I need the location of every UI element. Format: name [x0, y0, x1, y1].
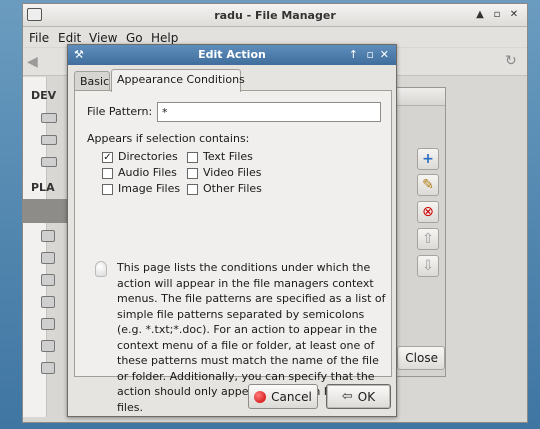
- audio-files-checkbox[interactable]: [102, 168, 113, 179]
- folder-icon[interactable]: [41, 362, 55, 374]
- drive-icon[interactable]: [41, 135, 57, 145]
- directories-checkbox[interactable]: ✓: [102, 152, 113, 163]
- maximize-icon[interactable]: ▫: [492, 10, 502, 20]
- ok-arrow-icon: ⇦: [341, 389, 353, 404]
- reload-icon[interactable]: ↻: [505, 53, 521, 69]
- move-down-icon[interactable]: ⇩: [417, 255, 439, 277]
- close-icon[interactable]: ✕: [509, 10, 519, 20]
- tab-appearance-label: Appearance Conditions: [117, 73, 245, 86]
- move-up-icon[interactable]: ⇧: [417, 228, 439, 250]
- up-arrow-icon[interactable]: ▲: [475, 10, 485, 20]
- sidebar: DEV PLA: [23, 77, 57, 417]
- folder-icon[interactable]: [41, 274, 55, 286]
- directories-label[interactable]: Directories: [118, 150, 178, 163]
- cancel-button-label: Cancel: [271, 389, 312, 404]
- menu-go[interactable]: Go: [126, 31, 143, 45]
- sidebar-devices-label: DEV: [31, 89, 57, 102]
- other-files-checkbox[interactable]: [187, 184, 198, 195]
- folder-icon[interactable]: [41, 252, 55, 264]
- maximize-icon[interactable]: ▫: [367, 48, 374, 61]
- sidebar-places-label: PLA: [31, 181, 55, 194]
- add-action-icon[interactable]: +: [417, 148, 439, 170]
- close-icon[interactable]: ✕: [380, 48, 389, 61]
- audio-files-label[interactable]: Audio Files: [118, 166, 177, 179]
- menu-help[interactable]: Help: [151, 31, 178, 45]
- delete-action-icon[interactable]: ⊗: [417, 201, 439, 223]
- file-pattern-label: File Pattern:: [87, 105, 153, 118]
- drive-icon[interactable]: [41, 113, 57, 123]
- dialog-titlebar[interactable]: ⚒ Edit Action ↑ ▫ ✕: [68, 45, 396, 65]
- other-files-label[interactable]: Other Files: [203, 182, 262, 195]
- sidebar-selected-home[interactable]: [23, 199, 68, 223]
- text-files-checkbox[interactable]: [187, 152, 198, 163]
- up-arrow-icon[interactable]: ↑: [349, 48, 358, 61]
- edit-action-icon[interactable]: ✎: [417, 174, 439, 196]
- folder-icon[interactable]: [41, 318, 55, 330]
- cancel-button[interactable]: Cancel: [248, 384, 318, 409]
- appears-if-label: Appears if selection contains:: [87, 132, 250, 145]
- close-button-label: Close: [405, 351, 438, 365]
- folder-icon[interactable]: [41, 230, 55, 242]
- edit-action-dialog: ⚒ Edit Action ↑ ▫ ✕ Basic Appearance Con…: [67, 44, 397, 417]
- tab-appearance-conditions[interactable]: Appearance Conditions: [111, 69, 245, 92]
- ok-button[interactable]: ⇦ OK: [326, 384, 391, 409]
- drive-icon[interactable]: [41, 157, 57, 167]
- folder-icon[interactable]: [41, 340, 55, 352]
- back-arrow-icon[interactable]: ◀: [27, 54, 43, 70]
- file-pattern-input[interactable]: *: [157, 102, 381, 122]
- image-files-checkbox[interactable]: [102, 184, 113, 195]
- ok-button-label: OK: [357, 389, 376, 404]
- file-manager-titlebar[interactable]: radu - File Manager ▲ ▫ ✕: [23, 4, 527, 27]
- dialog-title: Edit Action: [198, 48, 266, 61]
- image-files-label[interactable]: Image Files: [118, 182, 180, 195]
- cancel-icon: [254, 390, 267, 403]
- close-button[interactable]: Close: [397, 346, 445, 370]
- video-files-checkbox[interactable]: [187, 168, 198, 179]
- menu-file[interactable]: File: [29, 31, 49, 45]
- tab-basic-label: Basic: [80, 75, 110, 88]
- folder-icon[interactable]: [41, 296, 55, 308]
- menu-edit[interactable]: Edit: [58, 31, 81, 45]
- file-manager-title: radu - File Manager: [214, 9, 336, 22]
- video-files-label[interactable]: Video Files: [203, 166, 261, 179]
- menu-view[interactable]: View: [89, 31, 117, 45]
- appearance-conditions-panel: File Pattern: * Appears if selection con…: [74, 90, 392, 414]
- lightbulb-icon: [95, 261, 107, 277]
- tab-basic[interactable]: Basic: [74, 71, 110, 91]
- text-files-label[interactable]: Text Files: [203, 150, 253, 163]
